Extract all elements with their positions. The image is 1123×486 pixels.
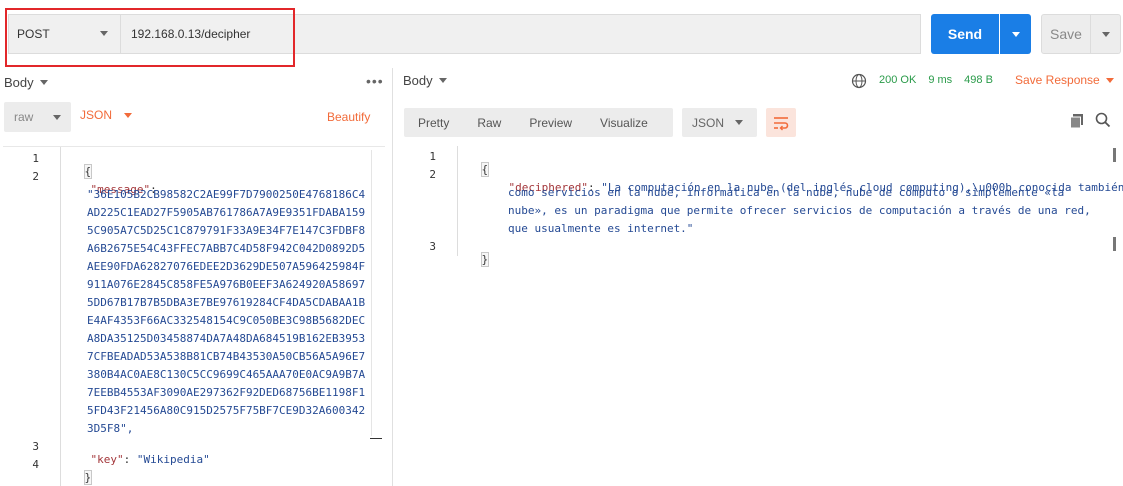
tab-pretty[interactable]: Pretty bbox=[404, 116, 463, 130]
body-language-select[interactable]: JSON bbox=[80, 108, 133, 122]
response-format-value: JSON bbox=[692, 115, 725, 130]
request-body-editor[interactable]: 1 2 3 4 { "message": "36E105B2CB98582C2A… bbox=[3, 146, 385, 486]
tab-visualize[interactable]: Visualize bbox=[586, 116, 662, 130]
json-string-continuation: 911A076E2845C858FE5A976B0EEF3A624920A586… bbox=[87, 278, 366, 291]
body-mode-value: raw bbox=[14, 110, 34, 124]
send-options-button[interactable] bbox=[1000, 14, 1031, 54]
json-string-continuation: 5DD67B17B7B5DBA3E7BE97619284CF4DA5CDABAA… bbox=[87, 296, 366, 309]
chevron-down-icon bbox=[124, 112, 133, 118]
fold-guide bbox=[60, 147, 61, 486]
response-body-viewer[interactable]: 1 2 3 { "deciphered": "La computación en… bbox=[400, 146, 1123, 486]
json-string-continuation: E4AF4353F66AC332548154C9C050BE3C98B5682D… bbox=[87, 314, 366, 327]
response-view-tabs: Pretty Raw Preview Visualize bbox=[404, 108, 673, 137]
json-string-continuation: 7CFBEADAD53A538B81CB74B43530A50CB56A5A96… bbox=[87, 350, 366, 363]
copy-icon[interactable] bbox=[1069, 113, 1085, 129]
response-format-select[interactable]: JSON bbox=[682, 108, 757, 137]
method-value: POST bbox=[17, 27, 50, 41]
save-response-label: Save Response bbox=[1015, 73, 1100, 87]
line-number: 4 bbox=[32, 458, 39, 471]
request-body-tab[interactable]: Body bbox=[4, 73, 48, 91]
scroll-marker[interactable] bbox=[1113, 237, 1116, 251]
json-string-continuation: 380B4AC0AE8C130C5CC9699C465AAA70E0AC9A9B… bbox=[87, 368, 366, 381]
method-select[interactable]: POST bbox=[8, 14, 120, 54]
chevron-down-icon bbox=[1011, 31, 1020, 37]
json-string-continuation: AD225C1EAD27F5905AB761786A7A9E9351FDABA1… bbox=[87, 206, 366, 219]
tab-preview[interactable]: Preview bbox=[515, 116, 586, 130]
code-line: } bbox=[58, 458, 93, 486]
close-brace: } bbox=[83, 470, 93, 485]
globe-icon[interactable] bbox=[851, 73, 867, 89]
search-icon[interactable] bbox=[1095, 112, 1111, 128]
save-button[interactable]: Save bbox=[1041, 14, 1091, 54]
response-size[interactable]: 498 B bbox=[964, 74, 993, 86]
pane-divider[interactable] bbox=[392, 68, 393, 486]
body-language-value: JSON bbox=[80, 108, 113, 122]
json-string-continuation: "36E105B2CB98582C2AE99F7D7900250E4768186… bbox=[87, 188, 366, 201]
url-field[interactable] bbox=[120, 14, 921, 54]
send-button[interactable]: Send bbox=[931, 14, 999, 54]
json-string-continuation: 3D5F8", bbox=[87, 422, 134, 435]
json-string: "Wikipedia" bbox=[136, 453, 210, 466]
request-body-tab-label: Body bbox=[4, 74, 34, 90]
line-number: 1 bbox=[32, 152, 39, 165]
line-number: 3 bbox=[429, 240, 436, 253]
url-input[interactable] bbox=[121, 27, 920, 41]
json-string-continuation: nube», es un paradigma que permite ofrec… bbox=[508, 204, 1091, 217]
chevron-down-icon bbox=[735, 120, 743, 125]
beautify-button[interactable]: Beautify bbox=[327, 110, 370, 124]
json-string-continuation: como servicios en la nube, informática e… bbox=[508, 186, 1065, 199]
editor-cursor-line bbox=[370, 438, 382, 439]
line-number: 2 bbox=[429, 168, 436, 181]
json-string-continuation: A8DA35125D03458874DA7A48DA684519B162EB39… bbox=[87, 332, 366, 345]
response-body-tab-label: Body bbox=[403, 73, 433, 88]
chevron-down-icon bbox=[1105, 77, 1114, 83]
json-string-continuation: AEE90FDA62827076EDEE2D3629DE507A59642598… bbox=[87, 260, 366, 273]
json-colon: : bbox=[123, 453, 131, 466]
code-line: } bbox=[455, 240, 490, 279]
wrap-lines-button[interactable] bbox=[766, 108, 796, 137]
save-response-button[interactable]: Save Response bbox=[1015, 73, 1114, 87]
line-number: 3 bbox=[32, 440, 39, 453]
scroll-marker[interactable] bbox=[1113, 148, 1116, 162]
tab-raw[interactable]: Raw bbox=[463, 116, 515, 130]
close-brace: } bbox=[480, 252, 490, 267]
chevron-down-icon bbox=[100, 31, 108, 36]
body-mode-select[interactable]: raw bbox=[4, 102, 71, 132]
chevron-down-icon bbox=[39, 79, 48, 85]
response-meta: 200 OK 9 ms 498 B bbox=[879, 74, 993, 86]
line-number: 1 bbox=[429, 150, 436, 163]
chevron-down-icon bbox=[438, 78, 447, 83]
editor-scrollbar[interactable] bbox=[371, 150, 383, 436]
json-string-continuation: 5FD43F21456A80C915D2575F75BF7CE9D32A6003… bbox=[87, 404, 366, 417]
chevron-down-icon bbox=[1101, 31, 1110, 37]
json-string-continuation: 5C905A7C5D25C1C879791F33A9E34F7E147C3FDB… bbox=[87, 224, 366, 237]
json-key: "key" bbox=[90, 453, 124, 466]
json-string-continuation: A6B2675E54C43FFEC7ABB7C4D58F942C042D0892… bbox=[87, 242, 366, 255]
save-options-button[interactable] bbox=[1091, 14, 1121, 54]
wrap-icon bbox=[774, 116, 789, 130]
more-options-icon[interactable]: ••• bbox=[366, 73, 384, 89]
json-string-continuation: 7EEBB4553AF3090AE297362F92DED68756BE1198… bbox=[87, 386, 366, 399]
response-body-tab[interactable]: Body bbox=[403, 73, 447, 88]
request-bar: POST Send Save bbox=[0, 0, 1123, 68]
json-string-continuation: que usualmente es internet." bbox=[508, 222, 694, 235]
line-number: 2 bbox=[32, 170, 39, 183]
response-time[interactable]: 9 ms bbox=[928, 74, 952, 86]
chevron-down-icon bbox=[53, 115, 61, 120]
status-code[interactable]: 200 OK bbox=[879, 74, 916, 86]
